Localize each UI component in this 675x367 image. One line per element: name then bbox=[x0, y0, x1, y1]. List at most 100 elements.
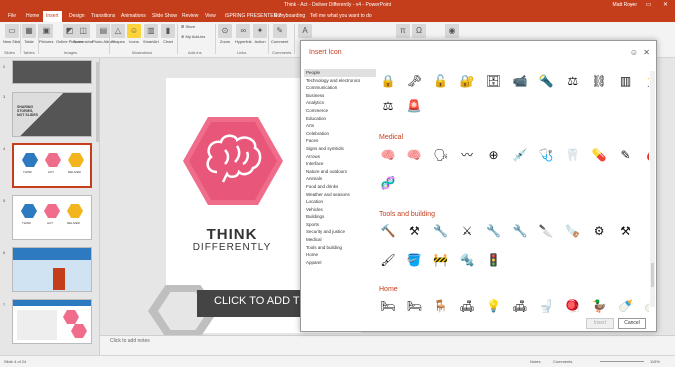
wrench-icon[interactable]: 🔧 bbox=[485, 223, 503, 239]
my-addins-button[interactable]: ⊕ My Add-ins bbox=[181, 34, 205, 39]
saw-icon[interactable]: 🪚 bbox=[564, 223, 582, 239]
category-tools[interactable]: Tools and building bbox=[304, 244, 376, 252]
tell-me-search[interactable]: Tell me what you want to do bbox=[310, 13, 372, 19]
category-arts[interactable]: Arts bbox=[304, 122, 376, 130]
tab-home[interactable]: Home bbox=[26, 13, 39, 19]
tab-slide-show[interactable]: Slide Show bbox=[152, 13, 177, 19]
tab-review[interactable]: Review bbox=[182, 13, 198, 19]
pram-icon[interactable]: 🍼 bbox=[643, 298, 649, 314]
slide-thumbnail[interactable] bbox=[12, 299, 92, 344]
handcuffs-icon[interactable]: ⛓ bbox=[590, 73, 608, 89]
category-weather[interactable]: Weather and seasons bbox=[304, 191, 376, 199]
hammer-icon[interactable]: 🔨 bbox=[379, 223, 397, 239]
lock-icon[interactable]: 🔒 bbox=[379, 73, 397, 89]
sofa-icon[interactable]: 🛋 bbox=[511, 298, 529, 314]
category-medical[interactable]: Medical bbox=[304, 236, 376, 244]
zoom-level[interactable]: 115% bbox=[650, 359, 660, 364]
gavel-icon[interactable]: ⚖ bbox=[564, 73, 582, 89]
head-profile-icon[interactable]: 🗣 bbox=[432, 147, 450, 163]
action-button[interactable]: ✦ Action bbox=[253, 24, 267, 44]
crib-icon[interactable]: 🚽 bbox=[537, 298, 555, 314]
tab-design[interactable]: Design bbox=[69, 13, 85, 19]
jackhammer-icon[interactable]: 🔩 bbox=[458, 252, 476, 268]
category-commerce[interactable]: Commerce bbox=[304, 107, 376, 115]
pickaxe-icon[interactable]: ⚒ bbox=[405, 223, 423, 239]
zoom-button[interactable]: ⊙ Zoom bbox=[218, 24, 232, 44]
category-communication[interactable]: Communication bbox=[304, 84, 376, 92]
tooth-icon[interactable]: 🦷 bbox=[564, 147, 582, 163]
slide-thumbnail-selected[interactable]: THINK ACT DELIVER bbox=[12, 143, 92, 188]
bed-icon[interactable]: 🛏 bbox=[379, 298, 397, 314]
hammer-wrench-icon[interactable]: ⚒ bbox=[617, 223, 635, 239]
category-faces[interactable]: Faces bbox=[304, 137, 376, 145]
security-camera-icon[interactable]: 📹 bbox=[511, 73, 529, 89]
notes-pane[interactable]: Click to add notes bbox=[100, 335, 675, 355]
category-celebration[interactable]: Celebration bbox=[304, 130, 376, 138]
jail-icon[interactable]: ▥ bbox=[617, 73, 635, 89]
utility-knife-icon[interactable]: 🔪 bbox=[537, 223, 555, 239]
hyperlink-button[interactable]: ∞ Hyperlink bbox=[235, 24, 252, 44]
pill-bottle-icon[interactable]: 💊 bbox=[590, 147, 608, 163]
category-analytics[interactable]: Analytics bbox=[304, 99, 376, 107]
paintbrush-icon[interactable]: 🖌 bbox=[379, 252, 397, 268]
syringe-icon[interactable]: 💉 bbox=[511, 147, 529, 163]
dna-icon[interactable]: 🧬 bbox=[379, 175, 397, 191]
smiley-icon[interactable]: ☺ bbox=[630, 48, 638, 57]
safe-icon[interactable]: 🗄 bbox=[485, 73, 503, 89]
category-arrows[interactable]: Arrows bbox=[304, 153, 376, 161]
chart-button[interactable]: ▮ Chart bbox=[161, 24, 175, 44]
crossed-tools-icon[interactable]: ⚔ bbox=[458, 223, 476, 239]
tab-animations[interactable]: Animations bbox=[121, 13, 146, 19]
insert-button[interactable]: Insert bbox=[586, 318, 614, 329]
category-home[interactable]: Home bbox=[304, 251, 376, 259]
tab-ispring[interactable]: iSPRING PRESENTER 7 bbox=[225, 13, 281, 19]
slide-thumbnail[interactable] bbox=[12, 60, 92, 84]
rubber-duck-icon[interactable]: 🦆 bbox=[590, 298, 608, 314]
thumbnail-scrollbar[interactable] bbox=[96, 62, 99, 142]
shapes-button[interactable]: △ Shapes bbox=[111, 24, 125, 44]
category-security[interactable]: Security and justice bbox=[304, 228, 376, 236]
screenshot-button[interactable]: ◫ Screenshot bbox=[73, 24, 93, 44]
tab-view[interactable]: View bbox=[205, 13, 216, 19]
slide-thumbnail[interactable]: THINK ACT DELIVER bbox=[12, 195, 92, 240]
new-slide-button[interactable]: ▭ New Slide bbox=[3, 24, 21, 44]
category-vehicles[interactable]: Vehicles bbox=[304, 206, 376, 214]
paint-bucket-icon[interactable]: 🪣 bbox=[405, 252, 423, 268]
table-button[interactable]: ▦ Table bbox=[22, 24, 36, 44]
comments-toggle[interactable]: Comments bbox=[553, 359, 572, 364]
traffic-cone-icon[interactable]: 🚦 bbox=[485, 252, 503, 268]
tab-insert[interactable]: Insert bbox=[43, 11, 62, 22]
slide-thumbnail[interactable]: SHARING STORIES, NOT SLIDES bbox=[12, 92, 92, 137]
saw-blade-icon[interactable]: ⚙ bbox=[590, 223, 608, 239]
slide-title-think[interactable]: THINK bbox=[170, 226, 294, 243]
heartbeat-icon[interactable]: 〰 bbox=[458, 147, 476, 163]
category-nature[interactable]: Nature and outdoors bbox=[304, 168, 376, 176]
dialog-scrollbar-thumb[interactable] bbox=[651, 263, 654, 287]
category-sports[interactable]: Sports bbox=[304, 221, 376, 229]
category-technology[interactable]: Technology and electronics bbox=[304, 77, 376, 85]
scales-icon[interactable]: ⚖ bbox=[379, 98, 397, 114]
desk-lamp-icon[interactable]: 💡 bbox=[485, 298, 503, 314]
tab-transitions[interactable]: Transitions bbox=[91, 13, 115, 19]
icons-button[interactable]: ☺ Icons bbox=[127, 24, 141, 44]
category-business[interactable]: Business bbox=[304, 92, 376, 100]
comment-button[interactable]: ✎ Comment bbox=[271, 24, 288, 44]
category-education[interactable]: Education bbox=[304, 115, 376, 123]
category-buildings[interactable]: Buildings bbox=[304, 213, 376, 221]
stroller-icon[interactable]: 🍼 bbox=[617, 298, 635, 314]
stethoscope-icon[interactable]: 🩺 bbox=[537, 147, 555, 163]
category-apparel[interactable]: Apparel bbox=[304, 259, 376, 267]
running-man-icon[interactable]: 🏃 bbox=[643, 73, 649, 89]
smartart-button[interactable]: ▥ SmartArt bbox=[143, 24, 159, 44]
notes-toggle[interactable]: Notes bbox=[530, 359, 540, 364]
dropper-icon[interactable]: ✎ bbox=[617, 147, 635, 163]
key-icon[interactable]: 🗝 bbox=[405, 73, 423, 89]
blood-bag-icon[interactable]: 🩸 bbox=[643, 147, 649, 163]
padlock-icon[interactable]: 🔐 bbox=[458, 73, 476, 89]
tab-storyboarding[interactable]: Storyboarding bbox=[274, 13, 305, 19]
store-button[interactable]: ⊞ Store bbox=[181, 24, 195, 29]
pictures-button[interactable]: ▣ Pictures bbox=[39, 24, 53, 44]
brain-icon[interactable]: 🧠 bbox=[379, 147, 397, 163]
tab-file[interactable]: File bbox=[8, 13, 16, 19]
category-signs[interactable]: Signs and symbols bbox=[304, 145, 376, 153]
